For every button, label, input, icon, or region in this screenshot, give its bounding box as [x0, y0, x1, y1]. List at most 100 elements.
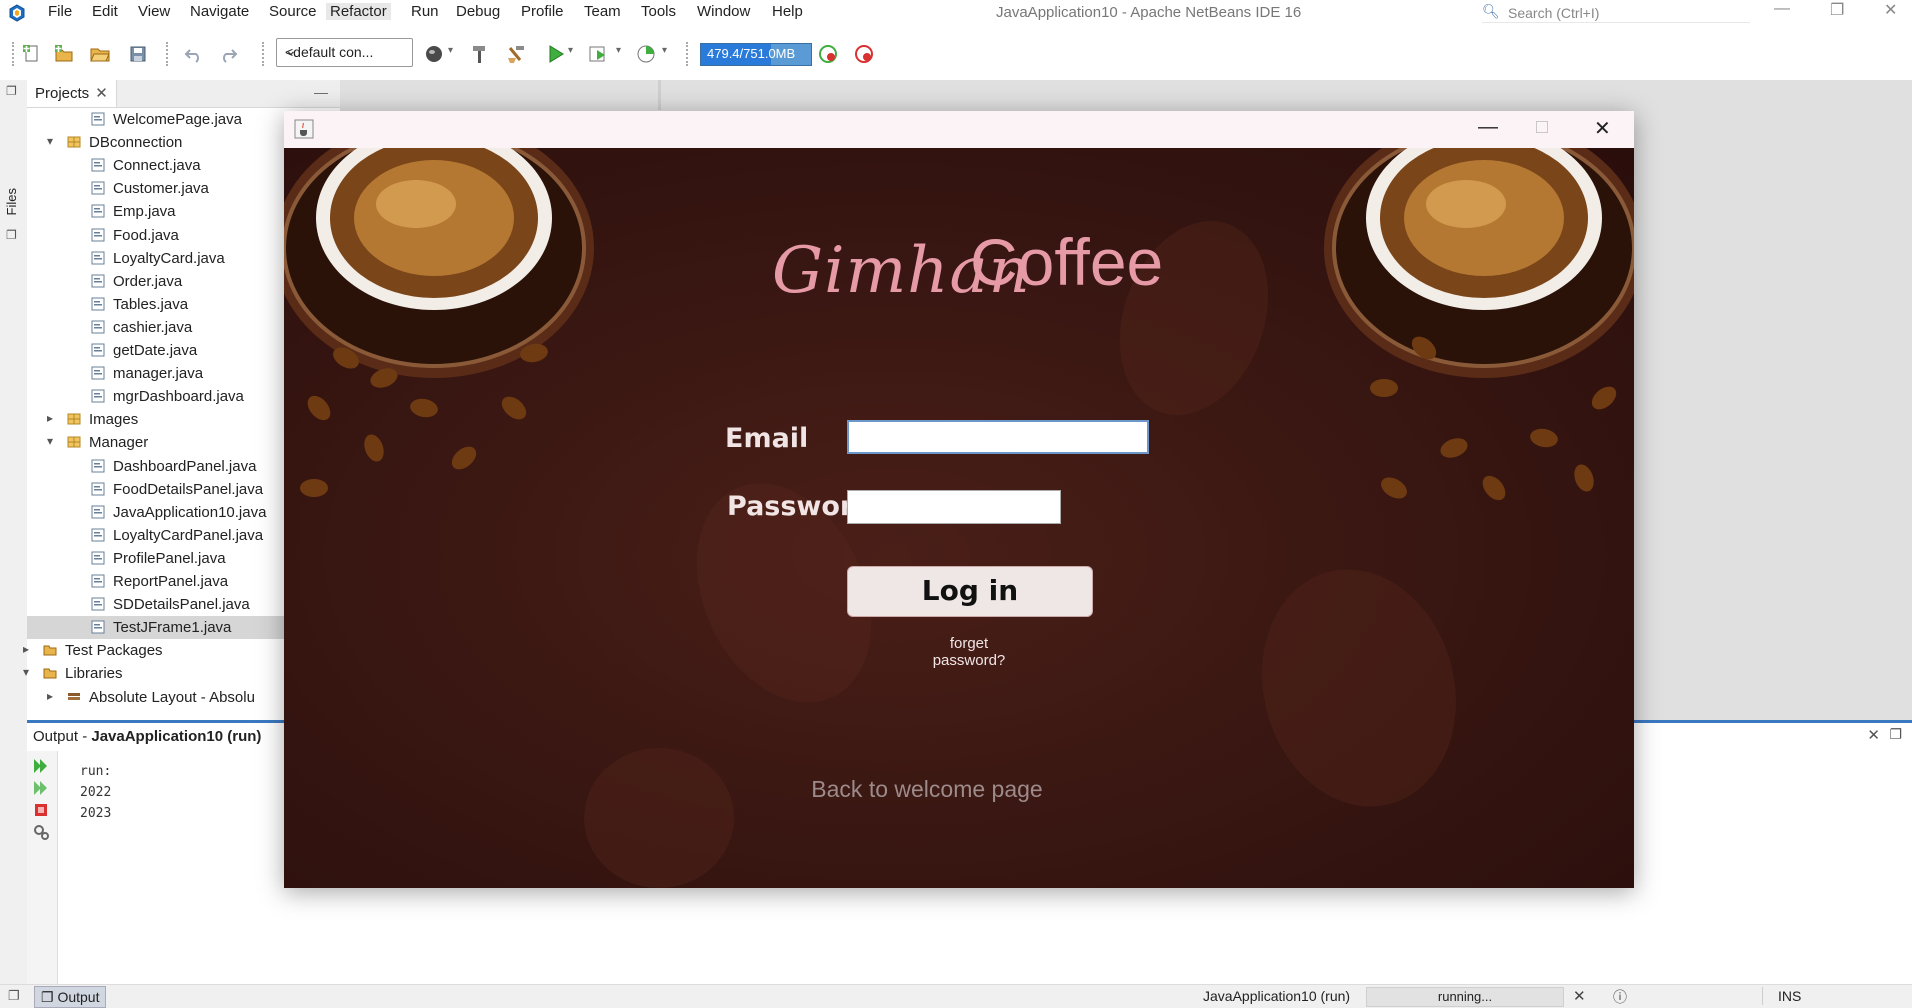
login-window-titlebar[interactable]: — □ ✕ [284, 111, 1634, 148]
new-project-icon[interactable] [54, 44, 74, 64]
email-field[interactable] [847, 420, 1149, 454]
restore-group-icon[interactable]: ❐ [6, 84, 17, 98]
menu-file[interactable]: File [48, 3, 72, 20]
debug-icon[interactable] [588, 44, 608, 64]
search-field[interactable]: 🔍︎ Search (Ctrl+I) [1482, 3, 1750, 23]
menu-run[interactable]: Run [411, 3, 439, 20]
status-bar: ❐ ❐ Output JavaApplication10 (run) runni… [0, 984, 1912, 1008]
java-file-icon [91, 274, 105, 288]
undo-icon[interactable] [184, 44, 204, 64]
files-side-tab[interactable]: Files [4, 188, 19, 215]
java-file-icon [91, 158, 105, 172]
gc-icon[interactable] [818, 44, 838, 64]
maximize-output-icon[interactable]: ❐ [1889, 726, 1902, 743]
menu-view[interactable]: View [138, 3, 170, 20]
menu-tools[interactable]: Tools [641, 3, 676, 20]
output-line: run: [80, 764, 112, 779]
pause-profiling-icon[interactable] [854, 44, 874, 64]
dropdown-arrow-icon[interactable]: ▾ [662, 45, 667, 56]
build-hammer-icon[interactable] [470, 44, 490, 64]
globe-icon[interactable] [424, 44, 444, 64]
java-file-icon [91, 228, 105, 241]
chevron-down-icon[interactable]: ▾ [47, 134, 53, 148]
menu-profile[interactable]: Profile [521, 3, 564, 20]
forgot-password-link[interactable]: forget password? [917, 635, 1021, 669]
coffee-cup-left-image [284, 148, 594, 497]
chevron-right-icon[interactable]: ▸ [47, 411, 53, 425]
toolbar-grip[interactable] [12, 42, 18, 66]
menu-team[interactable]: Team [584, 3, 621, 20]
configuration-select[interactable]: <default con... ⌄ [276, 38, 413, 67]
open-project-icon[interactable] [90, 44, 110, 64]
dropdown-arrow-icon[interactable]: ▾ [448, 45, 453, 56]
run-icon[interactable] [546, 44, 566, 64]
menu-help[interactable]: Help [772, 3, 803, 20]
close-tab-icon[interactable]: ✕ [95, 85, 108, 102]
tree-row-label: Food.java [113, 226, 179, 244]
dropdown-arrow-icon[interactable]: ▾ [616, 45, 621, 56]
settings-icon[interactable] [32, 823, 50, 841]
toolbar-grip[interactable] [686, 42, 692, 66]
menu-navigate[interactable]: Navigate [190, 3, 249, 20]
search-icon: 🔍︎ [1482, 3, 1500, 19]
output-title[interactable]: Output - JavaApplication10 (run) [33, 728, 261, 745]
library-jar-icon [68, 692, 80, 700]
rerun-icon[interactable] [32, 757, 50, 775]
minimize-panel-icon[interactable]: — [314, 84, 328, 100]
notifications-icon[interactable]: ⓘ [1613, 987, 1627, 1007]
save-all-icon[interactable] [128, 44, 148, 64]
stop-icon[interactable] [32, 801, 50, 819]
clean-build-icon[interactable] [506, 44, 526, 64]
redo-icon[interactable] [218, 44, 238, 64]
memory-usage-text: 479.4/751.0MB [707, 46, 796, 61]
package-icon [67, 136, 81, 148]
chevron-down-icon[interactable]: ▾ [23, 665, 29, 679]
java-file-icon [91, 459, 105, 472]
background-bean-image [584, 748, 734, 888]
status-progress-bar[interactable]: running... [1366, 987, 1564, 1007]
tab-projects[interactable]: Projects ✕ [27, 80, 117, 107]
output-text[interactable]: run: 2022 2023 [80, 761, 111, 824]
menu-window[interactable]: Window [697, 3, 750, 20]
dropdown-arrow-icon[interactable]: ▾ [568, 45, 573, 56]
menu-source[interactable]: Source [269, 3, 317, 20]
toolbar-grip[interactable] [166, 42, 172, 66]
menu-edit[interactable]: Edit [92, 3, 118, 20]
restore-window-icon[interactable]: ❐ [1830, 0, 1844, 20]
toolbar-grip[interactable] [262, 42, 268, 66]
left-side-strip: ❐ Files ❐ [0, 80, 28, 984]
chevron-right-icon[interactable]: ▸ [23, 642, 29, 656]
login-button[interactable]: Log in [847, 566, 1093, 617]
login-maximize-icon[interactable]: □ [1536, 116, 1548, 139]
chevron-down-icon[interactable]: ▾ [47, 434, 53, 448]
cancel-process-icon[interactable]: ✕ [1573, 987, 1586, 1005]
close-output-icon[interactable]: ✕ [1867, 726, 1880, 744]
close-window-icon[interactable]: ✕ [1884, 0, 1897, 20]
tree-row-label: Libraries [65, 665, 123, 683]
login-close-icon[interactable]: ✕ [1594, 116, 1611, 141]
tree-row-label: ReportPanel.java [113, 573, 229, 590]
back-to-welcome-link[interactable]: Back to welcome page [770, 776, 1084, 803]
profile-icon[interactable] [636, 44, 656, 64]
insert-mode-indicator[interactable]: INS [1778, 988, 1801, 1004]
tree-row-label: TestJFrame1.java [113, 619, 232, 637]
java-file-icon [91, 343, 105, 357]
status-divider [1762, 987, 1763, 1005]
java-file-icon [91, 366, 105, 380]
menu-refactor[interactable]: Refactor [326, 3, 391, 20]
login-minimize-icon[interactable]: — [1478, 116, 1498, 139]
new-file-icon[interactable] [22, 44, 42, 64]
status-output-tab[interactable]: ❐ Output [34, 986, 107, 1008]
memory-usage-bar[interactable]: 479.4/751.0MB [700, 43, 812, 66]
chevron-right-icon[interactable]: ▸ [47, 689, 53, 703]
password-field[interactable] [847, 490, 1061, 524]
tree-row-label: JavaApplication10.java [113, 503, 267, 521]
status-output-label: Output [57, 989, 100, 1005]
minimize-window-icon[interactable]: — [1774, 0, 1790, 18]
menu-debug[interactable]: Debug [456, 3, 500, 20]
tree-row-label: Images [89, 411, 139, 429]
rerun-with-options-icon[interactable] [32, 779, 50, 797]
restore-output-icon[interactable]: ❐ [8, 988, 20, 1004]
files-icon[interactable]: ❐ [6, 228, 17, 242]
tree-row-label: Connect.java [113, 157, 201, 175]
